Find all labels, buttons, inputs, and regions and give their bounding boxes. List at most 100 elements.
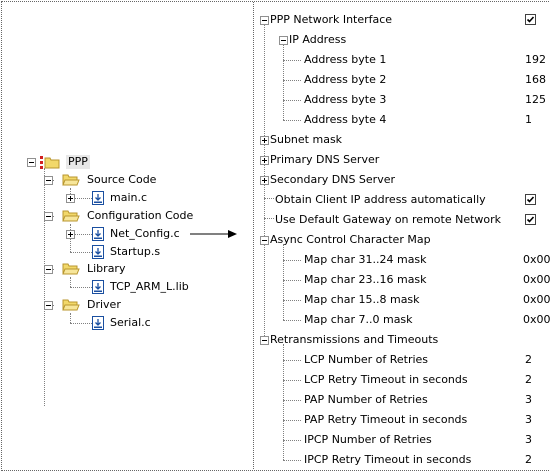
- lcp-timeout-label: LCP Retry Timeout in seconds: [304, 373, 468, 386]
- tree-line: [283, 60, 301, 61]
- address-byte-4-label: Address byte 4: [304, 113, 387, 126]
- tree-line: [70, 287, 92, 288]
- pap-timeout-label: PAP Retry Timeout in seconds: [304, 413, 468, 426]
- collapse-toggle[interactable]: [260, 236, 269, 245]
- arrow-right-icon: [190, 230, 237, 238]
- map-31-24-label: Map char 31..24 mask: [304, 253, 427, 266]
- ip-address-label: IP Address: [289, 33, 347, 46]
- lcp-retries-label: LCP Number of Retries: [304, 353, 429, 366]
- map-23-16-label: Map char 23..16 mask: [304, 273, 427, 286]
- tree-line: [70, 277, 71, 287]
- folder-open-icon: [62, 262, 80, 276]
- file-main-c[interactable]: main.c: [110, 191, 147, 205]
- secondary-dns-label: Secondary DNS Server: [270, 173, 396, 186]
- file-net-config-c[interactable]: Net_Config.c: [110, 227, 180, 241]
- address-byte-2-value[interactable]: 168: [525, 73, 546, 87]
- retransmissions-label: Retransmissions and Timeouts: [270, 333, 439, 346]
- collapse-toggle[interactable]: [44, 176, 53, 185]
- lcp-timeout-value[interactable]: 2: [525, 373, 532, 387]
- tree-line: [70, 252, 92, 253]
- default-gateway-checkbox[interactable]: [525, 214, 536, 225]
- project-root[interactable]: PPP: [66, 155, 90, 169]
- tree-line: [283, 260, 301, 261]
- tree-line: [283, 100, 301, 101]
- tree-line: [70, 313, 71, 323]
- collapse-toggle[interactable]: [260, 336, 269, 345]
- ipcp-timeout-value[interactable]: 2: [525, 453, 532, 467]
- file-startup-s[interactable]: Startup.s: [110, 245, 160, 259]
- tree-line: [264, 198, 274, 199]
- address-byte-2-label: Address byte 2: [304, 73, 387, 86]
- file-tcp-arm-l-lib[interactable]: TCP_ARM_L.lib: [110, 280, 189, 294]
- group-library[interactable]: Library: [87, 262, 125, 276]
- tree-line: [283, 380, 301, 381]
- tree-line: [283, 244, 284, 320]
- tree-line: [283, 420, 301, 421]
- collapse-toggle[interactable]: [260, 16, 269, 25]
- expand-toggle[interactable]: [260, 176, 269, 185]
- tree-line: [283, 300, 301, 301]
- tree-line: [283, 320, 301, 321]
- map-15-8-label: Map char 15..8 mask: [304, 293, 420, 306]
- address-byte-3-label: Address byte 3: [304, 93, 387, 106]
- expand-toggle[interactable]: [66, 194, 75, 203]
- group-source-code[interactable]: Source Code: [87, 173, 156, 187]
- address-byte-4-value[interactable]: 1: [525, 113, 532, 127]
- tree-line: [283, 44, 284, 120]
- expand-toggle[interactable]: [66, 230, 75, 239]
- address-byte-1-value[interactable]: 192: [525, 53, 546, 67]
- project-icon: [40, 155, 60, 169]
- ipcp-timeout-label: IPCP Retry Timeout in seconds: [304, 453, 472, 466]
- expand-toggle[interactable]: [260, 136, 269, 145]
- map-15-8-value[interactable]: 0x00: [523, 293, 550, 307]
- tree-line: [283, 80, 301, 81]
- address-byte-3-value[interactable]: 125: [525, 93, 546, 107]
- tree-line: [264, 218, 274, 219]
- pap-retries-label: PAP Number of Retries: [304, 393, 428, 406]
- map-7-0-label: Map char 7..0 mask: [304, 313, 413, 326]
- c-file-icon: [91, 316, 107, 330]
- tree-line: [283, 344, 284, 460]
- tree-line: [283, 360, 301, 361]
- obtain-ip-checkbox[interactable]: [525, 194, 536, 205]
- tree-line: [283, 460, 301, 461]
- subnet-mask-label: Subnet mask: [270, 133, 343, 146]
- collapse-toggle[interactable]: [44, 301, 53, 310]
- ppp-interface-label: PPP Network Interface: [270, 13, 393, 26]
- obtain-ip-label: Obtain Client IP address automatically: [275, 193, 486, 206]
- collapse-toggle[interactable]: [279, 36, 288, 45]
- collapse-toggle[interactable]: [44, 265, 53, 274]
- expand-toggle[interactable]: [260, 156, 269, 165]
- default-gateway-label: Use Default Gateway on remote Network: [275, 213, 502, 226]
- map-23-16-value[interactable]: 0x00: [523, 273, 550, 287]
- file-serial-c[interactable]: Serial.c: [110, 316, 151, 330]
- tree-line: [44, 168, 45, 406]
- pap-timeout-value[interactable]: 3: [525, 413, 532, 427]
- collapse-toggle[interactable]: [44, 212, 53, 221]
- accm-label: Async Control Character Map: [270, 233, 431, 246]
- ipcp-retries-value[interactable]: 3: [525, 433, 532, 447]
- folder-open-icon: [62, 209, 80, 223]
- folder-open-icon: [62, 173, 80, 187]
- lib-file-icon: [91, 280, 107, 294]
- tree-line: [70, 323, 92, 324]
- address-byte-1-label: Address byte 1: [304, 53, 387, 66]
- tree-line: [283, 400, 301, 401]
- group-configuration-code[interactable]: Configuration Code: [87, 209, 193, 223]
- asm-file-icon: [91, 245, 107, 259]
- c-file-icon: [91, 191, 107, 205]
- collapse-toggle[interactable]: [27, 158, 36, 167]
- primary-dns-label: Primary DNS Server: [270, 153, 380, 166]
- ipcp-retries-label: IPCP Number of Retries: [304, 433, 432, 446]
- lcp-retries-value[interactable]: 2: [525, 353, 532, 367]
- map-31-24-value[interactable]: 0x00: [523, 253, 550, 267]
- tree-line: [283, 120, 301, 121]
- map-7-0-value[interactable]: 0x00: [523, 313, 550, 327]
- folder-open-icon: [62, 298, 80, 312]
- pap-retries-value[interactable]: 3: [525, 393, 532, 407]
- ppp-interface-checkbox[interactable]: [525, 14, 536, 25]
- tree-line: [283, 280, 301, 281]
- c-file-icon: [91, 227, 107, 241]
- tree-line: [283, 440, 301, 441]
- group-driver[interactable]: Driver: [87, 298, 121, 312]
